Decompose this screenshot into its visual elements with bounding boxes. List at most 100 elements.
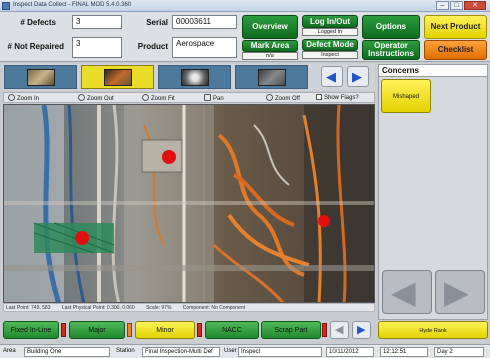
zoom-in-button[interactable]: Zoom In [8, 94, 39, 102]
minor-indicator [197, 323, 202, 337]
zoom-in-icon [8, 94, 15, 101]
header-panel: # Defects 3 # Not Repaired 3 Serial 0000… [0, 12, 490, 62]
checkbox-icon [316, 94, 322, 100]
user-label: User [224, 348, 237, 354]
severity-action-bar: Fixed In-Line Major Minor NACC Scrap Par… [3, 321, 375, 341]
major-button[interactable]: Major [69, 321, 125, 339]
zoom-off-label: Zoom Off [275, 96, 300, 102]
serial-field[interactable]: 00003611 [172, 15, 237, 29]
scale-readout: Scale: 97% [146, 305, 172, 311]
physical-point-readout: Last Physical Point: 0.300, 0.060 [61, 305, 135, 311]
zoom-off-button[interactable]: Zoom Off [266, 94, 300, 102]
serial-label: Serial [146, 18, 168, 27]
pan-button[interactable]: Pan [204, 94, 224, 102]
arrow-right-icon: ▶ [444, 274, 469, 310]
thumbnail-prev-button[interactable]: ◀ [321, 66, 343, 87]
minor-button[interactable]: Minor [135, 321, 195, 339]
maximize-button[interactable]: □ [450, 1, 463, 10]
login-button[interactable]: Log In/Out [302, 15, 358, 28]
nacc-button[interactable]: NACC [205, 321, 259, 339]
zoom-out-button[interactable]: Zoom Out [78, 94, 114, 102]
major-indicator [127, 323, 132, 337]
arrow-left-icon: ◀ [326, 69, 336, 84]
zoom-fit-icon [142, 94, 149, 101]
thumbnail-4[interactable] [235, 65, 308, 89]
scrap-part-button[interactable]: Scrap Part [261, 321, 321, 339]
user-value: Inspect [238, 347, 322, 357]
engine-photo-image [4, 105, 374, 302]
hyde-rank-button[interactable]: Hyde Rank [378, 321, 488, 339]
action-prev-button[interactable]: ◀ [330, 321, 349, 339]
station-label: Station [116, 348, 135, 354]
thumbnail-1[interactable] [4, 65, 77, 89]
app-icon [2, 2, 10, 10]
concerns-next-button[interactable]: ▶ [435, 270, 485, 314]
last-point-readout: Last Point: 749, 583 [6, 305, 51, 311]
product-field[interactable]: Aerospace [172, 37, 237, 58]
image-thumbnail-strip: ◀ ▶ [3, 64, 375, 90]
concern-item-mishaped[interactable]: Mishaped [381, 79, 431, 113]
window-titlebar: Inspect Data Collect - FINAL MOD 5.4.0.3… [0, 0, 490, 12]
arrow-left-icon: ◀ [391, 274, 416, 310]
product-label: Product [137, 42, 168, 51]
thumbnail-image [27, 69, 55, 86]
checklist-button[interactable]: Checklist [424, 40, 487, 60]
fixed-inline-button[interactable]: Fixed In-Line [3, 321, 59, 339]
inspection-photo[interactable] [3, 104, 375, 303]
arrow-right-icon: ▶ [352, 69, 362, 84]
thumbnail-2-selected[interactable] [81, 65, 154, 89]
operator-instructions-button[interactable]: Operator Instructions [362, 40, 420, 60]
window-title: Inspect Data Collect - FINAL MOD 5.4.0.3… [13, 2, 132, 8]
status-bar: Area Building One Station Final Inspecti… [0, 344, 490, 358]
thumbnail-next-button[interactable]: ▶ [347, 66, 369, 87]
area-label: Area [3, 348, 16, 354]
login-status: Logged In [302, 28, 358, 36]
not-repaired-field[interactable]: 3 [72, 37, 122, 58]
fixed-inline-indicator [61, 323, 66, 337]
thumbnail-image [104, 69, 132, 86]
next-product-button[interactable]: Next Product [424, 15, 487, 39]
show-flags-label: Show Flags? [324, 95, 359, 101]
photo-status-line: Last Point: 749, 583 Last Physical Point… [3, 303, 375, 312]
overview-button[interactable]: Overview [242, 15, 298, 39]
mark-area-status: n/a [242, 52, 298, 60]
zoom-in-label: Zoom In [17, 96, 40, 102]
day-value: Day 2 [434, 347, 484, 357]
defect-mode-status: Inspect [302, 51, 358, 59]
action-next-button[interactable]: ▶ [352, 321, 371, 339]
show-flags-checkbox[interactable]: Show Flags? [316, 94, 359, 101]
defect-mode-button[interactable]: Defect Mode [302, 39, 358, 51]
minimize-button[interactable]: – [436, 1, 449, 10]
defect-marker[interactable] [318, 215, 330, 227]
zoom-out-icon [78, 94, 85, 101]
zoom-fit-button[interactable]: Zoom Fit [142, 94, 175, 102]
defects-label: # Defects [20, 18, 56, 27]
close-button[interactable]: ✕ [464, 1, 486, 10]
component-readout: Component: No Component [182, 305, 246, 311]
date-value: 10/11/2012 [326, 347, 374, 357]
hand-icon [204, 94, 211, 101]
pan-label: Pan [213, 96, 224, 102]
zoom-fit-label: Zoom Fit [151, 96, 175, 102]
time-value: 12:12:51 [380, 347, 428, 357]
thumbnail-image [181, 69, 209, 86]
thumbnail-image [258, 69, 286, 86]
arrow-left-icon: ◀ [335, 324, 344, 336]
not-repaired-label: # Not Repaired [7, 42, 64, 51]
options-button[interactable]: Options [362, 15, 420, 39]
zoom-off-icon [266, 94, 273, 101]
mark-area-button[interactable]: Mark Area [242, 40, 298, 52]
concerns-prev-button[interactable]: ◀ [382, 270, 432, 314]
area-value: Building One [24, 347, 110, 357]
concerns-title: Concerns [379, 65, 487, 77]
scrap-part-indicator [322, 323, 327, 337]
defects-field[interactable]: 3 [72, 15, 122, 29]
defect-marker[interactable] [75, 231, 89, 245]
zoom-out-label: Zoom Out [87, 96, 114, 102]
zoom-toolbar: Zoom In Zoom Out Zoom Fit Pan Zoom Off S… [3, 92, 375, 103]
arrow-right-icon: ▶ [357, 324, 366, 336]
station-value: Final Inspection-Multi Def [142, 347, 220, 357]
concerns-panel: Concerns Mishaped ◀ ▶ [378, 64, 488, 320]
thumbnail-3[interactable] [158, 65, 231, 89]
defect-marker[interactable] [162, 150, 176, 164]
